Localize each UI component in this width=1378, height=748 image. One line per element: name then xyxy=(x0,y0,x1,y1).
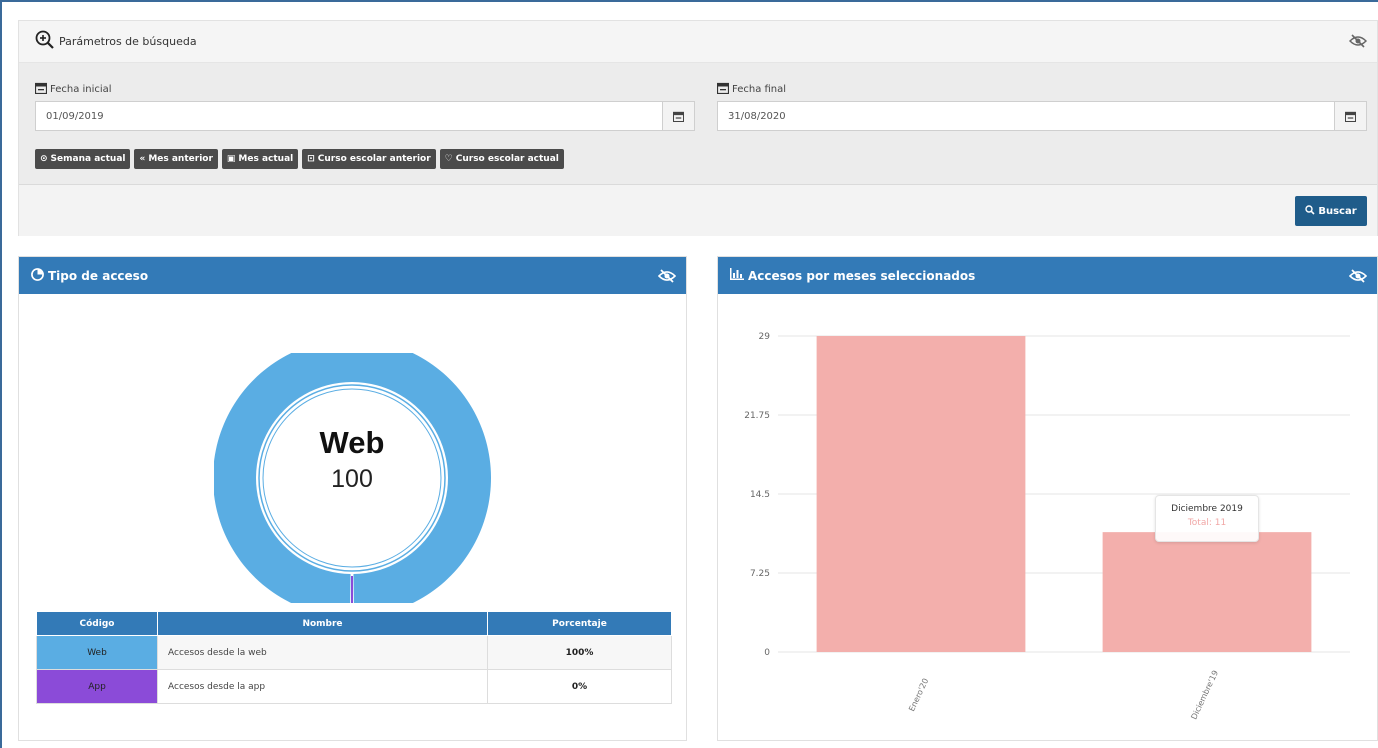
table-cell-name: Accesos desde la web xyxy=(157,635,488,670)
eye-slash-icon[interactable] xyxy=(1348,33,1368,53)
y-tick-label: 29 xyxy=(759,332,771,342)
monthly-access-panel: Accesos por meses seleccionados 29 21.75 1… xyxy=(717,256,1378,741)
donut-center-label: Web xyxy=(319,425,385,460)
x-tick-label: Diciembre'19 xyxy=(1189,669,1220,721)
table-cell-name: Accesos desde la app xyxy=(157,669,488,704)
zoom-in-icon xyxy=(35,30,55,54)
table-row[interactable]: App Accesos desde la app 0% xyxy=(36,669,672,704)
map-pin-icon: ♡ xyxy=(444,154,453,164)
eye-slash-icon[interactable] xyxy=(1348,268,1368,287)
donut-center-value: 100 xyxy=(331,465,373,493)
y-tick-label: 0 xyxy=(764,648,770,658)
donut-slice-app[interactable] xyxy=(351,576,353,606)
map-marker-icon: ⊙ xyxy=(40,154,48,164)
search-panel-footer: Buscar xyxy=(19,185,1377,236)
table-cell-code: Web xyxy=(36,635,158,670)
table-row[interactable]: Web Accesos desde la web 100% xyxy=(36,635,672,670)
table-cell-percentage: 0% xyxy=(487,669,672,704)
end-date-picker-button[interactable] xyxy=(1335,101,1367,131)
start-date-picker-button[interactable] xyxy=(663,101,695,131)
current-week-button[interactable]: ⊙ Semana actual xyxy=(35,149,131,169)
pie-chart-icon xyxy=(31,267,44,284)
bar-chart-icon xyxy=(730,268,744,283)
back-square-icon: ⊡ xyxy=(307,154,315,164)
search-panel-body: Fecha inicial 01/09/2019 Fecha final 31/… xyxy=(19,63,1377,185)
calendar-icon xyxy=(1344,107,1357,126)
bar[interactable] xyxy=(1102,532,1312,652)
previous-school-year-button[interactable]: ⊡ Curso escolar anterior xyxy=(302,149,436,169)
table-cell-code: App xyxy=(36,669,158,704)
end-date-label: Fecha final xyxy=(732,83,787,95)
calendar-icon: ▣ xyxy=(226,154,236,164)
column-header-code[interactable]: Código xyxy=(36,611,158,636)
table-cell-percentage: 100% xyxy=(487,635,672,670)
search-panel-header[interactable]: Parámetros de búsqueda xyxy=(19,21,1377,63)
tooltip-value: Total: 11 xyxy=(1187,518,1227,528)
column-header-percentage[interactable]: Porcentaje xyxy=(487,611,672,636)
access-type-title: Tipo de acceso xyxy=(48,268,149,283)
search-button[interactable]: Buscar xyxy=(1295,196,1367,226)
column-header-name[interactable]: Nombre xyxy=(157,611,488,636)
start-date-label: Fecha inicial xyxy=(50,83,112,95)
chart-tooltip: Diciembre 2019 Total: 11 xyxy=(1155,495,1259,542)
y-tick-label: 14.5 xyxy=(750,490,770,500)
start-date-group: Fecha inicial 01/09/2019 xyxy=(34,81,695,131)
bar[interactable] xyxy=(816,336,1026,652)
calendar-icon xyxy=(34,82,48,97)
x-tick-label: Enero'20 xyxy=(907,677,930,713)
access-type-panel: Tipo de acceso Web 100 Código Nombre Por… xyxy=(18,256,687,741)
access-type-table: Código Nombre Porcentaje Web Accesos des… xyxy=(36,611,672,704)
end-date-input[interactable]: 31/08/2020 xyxy=(717,101,1335,131)
access-donut-chart: Web 100 xyxy=(212,339,494,617)
monthly-access-header[interactable]: Accesos por meses seleccionados xyxy=(718,257,1377,294)
y-tick-label: 7.25 xyxy=(750,569,770,579)
start-date-input[interactable]: 01/09/2019 xyxy=(35,101,663,131)
search-panel-title: Parámetros de búsqueda xyxy=(59,35,197,48)
current-month-button[interactable]: ▣ Mes actual xyxy=(221,149,299,169)
end-date-group: Fecha final 31/08/2020 xyxy=(716,81,1367,131)
monthly-bar-chart: 29 21.75 14.5 7.25 0 Enero'20 Diciembre'19 xyxy=(744,332,1350,721)
previous-month-button[interactable]: « Mes anterior xyxy=(134,149,218,169)
quick-range-buttons: ⊙ Semana actual « Mes anterior ▣ Mes act… xyxy=(35,149,564,169)
search-panel: Parámetros de búsqueda Fecha inicial 01/… xyxy=(18,20,1378,236)
access-type-header[interactable]: Tipo de acceso xyxy=(19,257,686,294)
tooltip-title: Diciembre 2019 xyxy=(1171,504,1243,514)
calendar-icon xyxy=(716,82,730,97)
y-tick-label: 21.75 xyxy=(744,411,770,421)
double-left-icon: « xyxy=(139,154,146,164)
eye-slash-icon[interactable] xyxy=(657,268,677,287)
calendar-icon xyxy=(672,107,685,126)
monthly-access-title: Accesos por meses seleccionados xyxy=(748,268,976,283)
current-school-year-button[interactable]: ♡ Curso escolar actual xyxy=(439,149,564,169)
search-icon xyxy=(1305,204,1315,218)
